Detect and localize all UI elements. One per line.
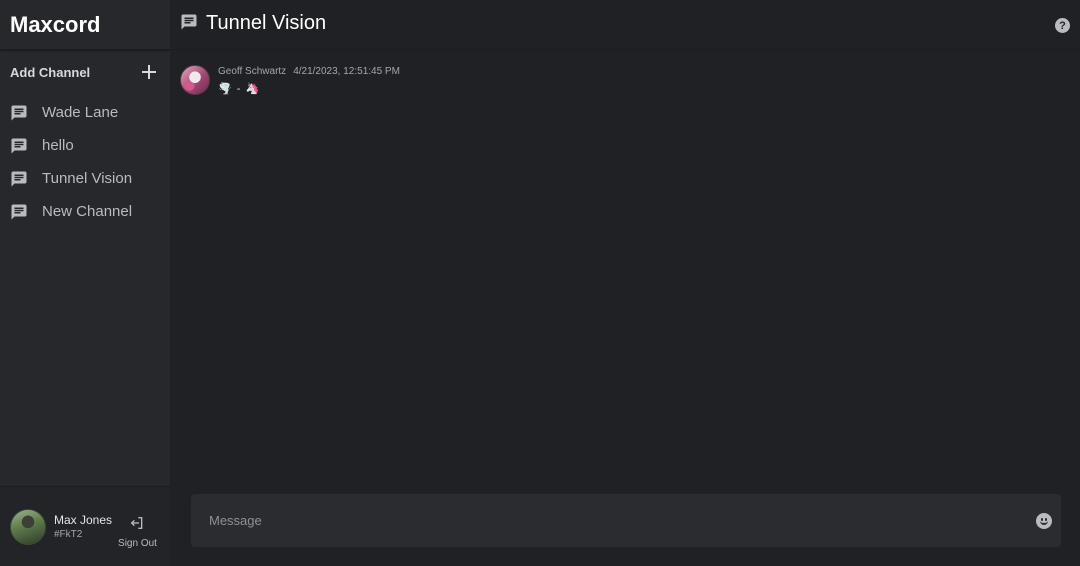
avatar[interactable] [180, 65, 210, 95]
message-composer [191, 494, 1061, 547]
sidebar-item-hello[interactable]: hello [0, 129, 170, 162]
main-panel: Tunnel Vision ? Geoff Schwartz 4/21/2023,… [170, 0, 1080, 566]
plus-icon[interactable] [142, 65, 156, 79]
chat-bubble-icon [10, 170, 28, 188]
add-channel-label: Add Channel [10, 64, 91, 80]
sidebar: Maxcord Add Channel Wade Lane hello Tunn… [0, 0, 170, 566]
help-icon[interactable]: ? [1055, 18, 1070, 33]
list-item: Geoff Schwartz 4/21/2023, 12:51:45 PM 🌪️ … [180, 65, 1080, 95]
message-list: Geoff Schwartz 4/21/2023, 12:51:45 PM 🌪️ … [170, 50, 1080, 95]
app-title: Maxcord [0, 0, 170, 50]
chat-bubble-icon [10, 104, 28, 122]
channel-list: Wade Lane hello Tunnel Vision New Channe… [0, 94, 170, 228]
sidebar-item-tunnel-vision[interactable]: Tunnel Vision [0, 162, 170, 195]
page-title: Tunnel Vision [206, 12, 327, 34]
sidebar-item-wade-lane[interactable]: Wade Lane [0, 96, 170, 129]
message-input[interactable] [209, 513, 1036, 528]
message-body: Geoff Schwartz 4/21/2023, 12:51:45 PM 🌪️ … [218, 65, 400, 95]
sign-out-label: Sign Out [118, 537, 157, 549]
sidebar-item-label: New Channel [42, 203, 133, 220]
smiley-icon[interactable] [1036, 512, 1052, 529]
app-window: Maxcord Add Channel Wade Lane hello Tunn… [0, 0, 1080, 566]
user-name: Max Jones [54, 513, 113, 527]
sign-out-icon [129, 515, 145, 536]
sign-out-button[interactable]: Sign Out [118, 515, 157, 549]
add-channel-row: Add Channel [0, 50, 170, 94]
chat-bubble-icon [10, 137, 28, 155]
sidebar-item-label: hello [42, 137, 74, 154]
user-tag: #FkT2 [54, 529, 83, 540]
sidebar-item-label: Wade Lane [42, 104, 119, 121]
channel-header: Tunnel Vision ? [170, 0, 1080, 50]
avatar[interactable] [10, 508, 46, 545]
chat-bubble-icon [10, 203, 28, 221]
sidebar-item-label: Tunnel Vision [42, 170, 133, 187]
message-meta: Geoff Schwartz 4/21/2023, 12:51:45 PM [218, 66, 400, 77]
chat-bubble-icon [180, 13, 198, 31]
message-author[interactable]: Geoff Schwartz [218, 66, 286, 77]
message-text: 🌪️ - 🦄 [218, 83, 261, 95]
user-panel: Max Jones #FkT2 Sign Out [0, 486, 170, 566]
user-info: Max Jones #FkT2 [54, 513, 112, 540]
sidebar-item-new-channel[interactable]: New Channel [0, 195, 170, 228]
message-timestamp: 4/21/2023, 12:51:45 PM [293, 66, 400, 77]
